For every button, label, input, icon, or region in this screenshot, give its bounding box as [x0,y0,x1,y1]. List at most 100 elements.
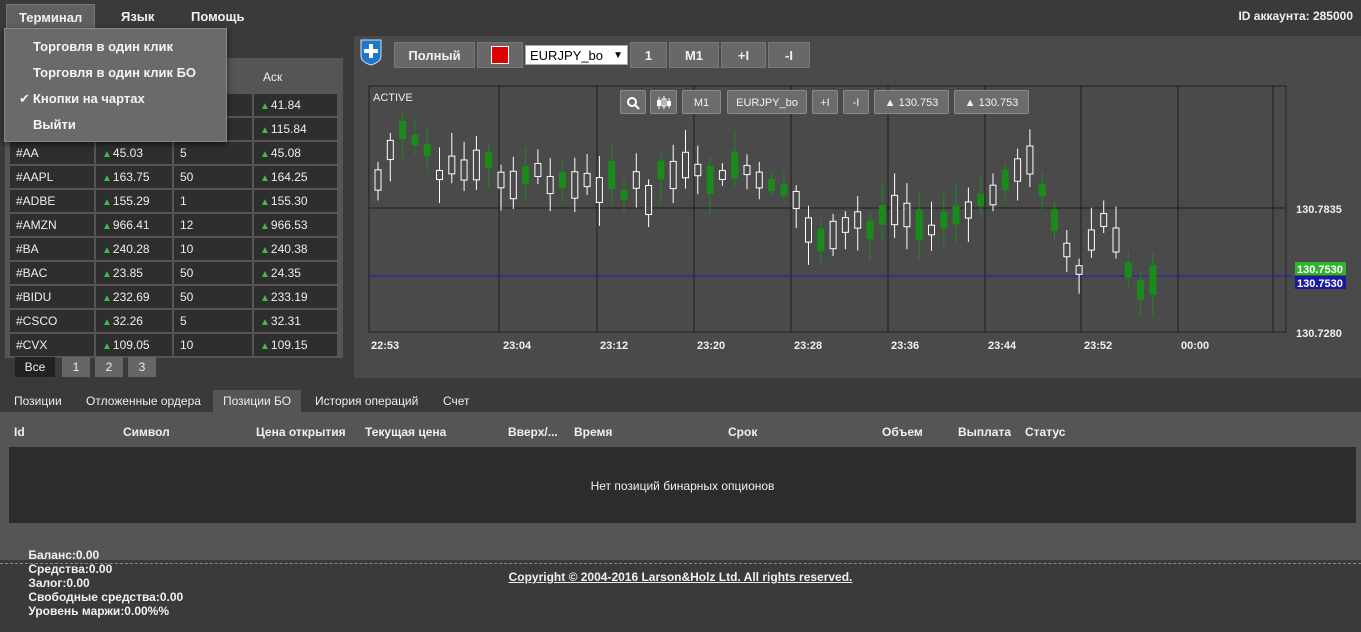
candle-body [829,220,837,250]
candle-body [411,134,419,146]
candle-body [1063,242,1071,258]
candle-body [399,120,407,140]
candle-body [817,228,825,252]
col-direction[interactable]: Вверх/... [508,425,558,439]
tab-bo-positions[interactable]: Позиции БО [213,390,302,412]
candle-body [645,184,653,216]
terminal-dropdown: Торговля в один клик Торговля в один кли… [4,28,227,142]
time-axis-label: 23:12 [600,340,628,352]
menu-one-click-trading[interactable]: Торговля в один клик [33,37,173,57]
candles-icon[interactable] [650,90,677,114]
candle-body [928,224,935,236]
candle-body [620,190,628,200]
candle-body [1026,145,1034,175]
menu-one-click-trading-bo[interactable]: Торговля в один клик БО [33,63,196,83]
candle-body [595,177,603,203]
col-open-price[interactable]: Цена открытия [256,425,346,439]
col-payout[interactable]: Выплата [958,425,1011,439]
col-volume[interactable]: Объем [882,425,923,439]
menu-logout[interactable]: Выйти [33,115,76,135]
positions-panel: Id Символ Цена открытия Текущая цена Вве… [0,412,1361,618]
positions-empty-area: Нет позиций бинарных опционов [9,447,1356,523]
chart-symbol-button[interactable]: EURJPY_bo [727,90,807,114]
candle-body [706,165,714,195]
candle-body [1124,262,1132,278]
candle-body [805,217,812,243]
candle-body [448,155,456,175]
candle-body [374,169,382,191]
col-symbol[interactable]: Символ [123,425,170,439]
candle-body [977,193,985,207]
candle-body [632,171,640,189]
col-current-price[interactable]: Текущая цена [365,425,446,439]
candle-body [891,194,899,226]
time-axis-label: 23:04 [503,340,532,352]
current-price-blue: 130.7530 [1297,278,1343,290]
candle-body [1149,265,1157,295]
candle-body [571,171,579,199]
tab-history[interactable]: История операций [305,390,428,412]
candle-body [1014,158,1022,182]
time-axis-label: 23:44 [988,340,1017,352]
candle-body [1038,183,1046,197]
col-time[interactable]: Время [574,425,612,439]
chart-timeframe-button[interactable]: M1 [682,90,721,114]
candle-body [423,143,431,157]
candle-body [792,190,800,210]
candle-body [559,171,566,189]
tab-pending-orders[interactable]: Отложенные ордера [76,390,211,412]
bottom-tabs: Позиции Отложенные ордера Позиции БО Ист… [0,390,1361,412]
tab-account[interactable]: Счет [433,390,480,412]
candle-body [583,172,591,188]
candle-body [1100,213,1108,227]
candle-body [718,170,726,180]
candle-body [485,151,493,169]
time-axis-label: 23:28 [794,340,822,352]
candle-body [731,151,739,179]
tab-positions[interactable]: Позиции [4,390,72,412]
candle-body [497,171,505,189]
candle-body [780,184,788,196]
candle-body [694,163,702,177]
menu-chart-buttons[interactable]: Кнопки на чартах [33,89,145,109]
candle-body [915,209,923,241]
candle-body [952,205,960,225]
col-id[interactable]: Id [14,425,25,439]
candle-body [854,211,862,229]
candle-body [964,201,972,219]
chart-zoom-out-button[interactable]: -I [843,90,869,114]
candle-body [460,159,468,181]
time-axis-label: 00:00 [1181,340,1209,352]
time-axis-label: 23:20 [697,340,725,352]
candle-body [657,160,665,180]
current-price-green: 130.7530 [1297,264,1343,276]
candle-body [755,171,763,189]
candle-body [682,151,689,179]
candle-body [841,217,849,233]
chart-status: ACTIVE [373,92,413,104]
balance-value: Баланс:0.00 [28,548,100,562]
col-expiry[interactable]: Срок [728,425,757,439]
chart-zoom-in-button[interactable]: +I [812,90,838,114]
candle-body [903,202,911,228]
candle-body [743,164,751,176]
time-axis-label: 22:53 [371,340,399,352]
candle-body [546,175,554,195]
candle-body [669,160,677,190]
free-margin-value: Свободные средства:0.00 [28,590,184,604]
candle-body [1087,229,1095,251]
candle-body [522,166,530,184]
candle-body [1075,265,1083,275]
time-axis-label: 23:52 [1084,340,1112,352]
candle-body [1112,227,1120,253]
candle-body [940,211,948,229]
put-button[interactable]: ▲ 130.753 [954,90,1029,114]
candle-body [768,178,776,192]
magnifier-icon[interactable] [620,90,646,114]
candle-body [866,220,874,240]
candle-body [436,169,443,181]
col-status[interactable]: Статус [1025,425,1065,439]
call-button[interactable]: ▲ 130.753 [874,90,949,114]
copyright-link[interactable]: Copyright © 2004-2016 Larson&Holz Ltd. A… [0,570,1361,584]
candle-body [608,161,616,189]
